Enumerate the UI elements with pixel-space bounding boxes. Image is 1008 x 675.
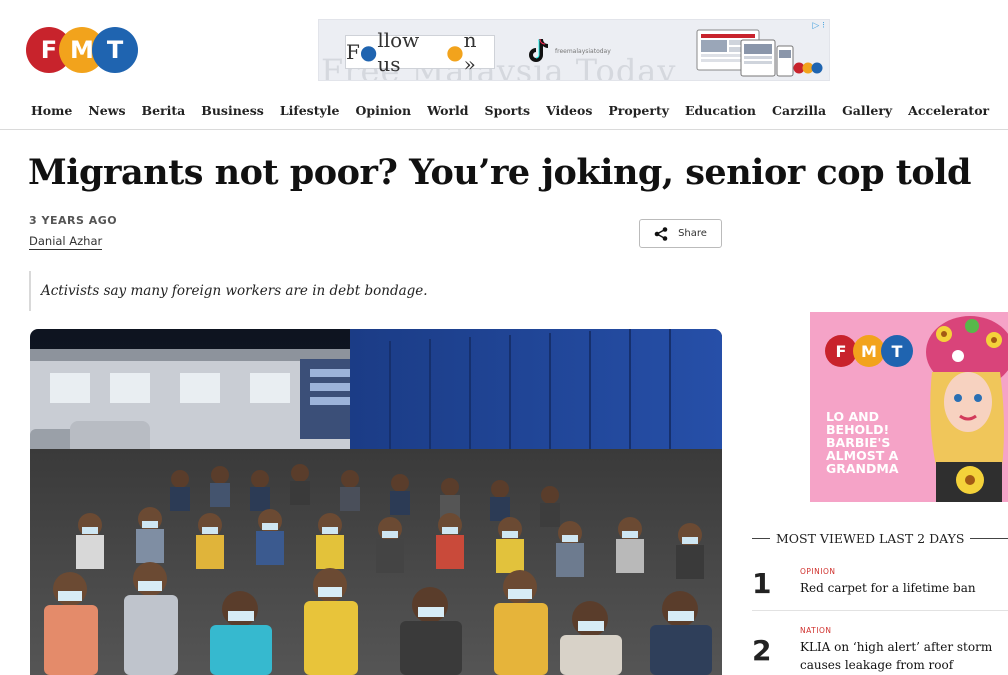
share-icon: [654, 226, 668, 241]
nav-item-world[interactable]: World: [427, 102, 468, 120]
most-viewed-title: MOST VIEWED LAST 2 DAYS: [776, 530, 965, 546]
header-rule-right: [970, 537, 1008, 539]
devices-icon: [696, 29, 794, 77]
nav-item-accelerator[interactable]: Accelerator: [908, 102, 989, 120]
svg-text:F: F: [836, 342, 847, 361]
nav-item-property[interactable]: Property: [608, 102, 669, 120]
nav-item-gallery[interactable]: Gallery: [842, 102, 892, 120]
ad-follow-o-yellow: ●: [446, 40, 464, 64]
doll-illustration-icon: [926, 316, 1008, 502]
most-viewed-category[interactable]: OPINION: [800, 567, 835, 576]
ad-follow-o-blue: ●: [359, 40, 378, 64]
most-viewed-item[interactable]: 1 OPINION Red carpet for a lifetime ban: [752, 567, 1008, 607]
nav-item-education[interactable]: Education: [685, 102, 756, 120]
article-hero-image[interactable]: [30, 329, 722, 675]
ad-follow-middle: llow us: [377, 28, 420, 76]
nav-item-sports[interactable]: Sports: [485, 102, 531, 120]
share-button[interactable]: Share: [639, 219, 722, 248]
most-viewed-rank: 2: [752, 634, 772, 667]
most-viewed-header: MOST VIEWED LAST 2 DAYS: [752, 529, 1008, 547]
most-viewed-category[interactable]: NATION: [800, 626, 831, 635]
side-ad-fmt-logo-icon: F M T: [825, 335, 913, 367]
logo-letter-t: T: [92, 27, 138, 73]
ad-follow-suffix: n »: [463, 28, 477, 76]
most-viewed-title-link[interactable]: KLIA on ‘high alert’ after storm causes …: [800, 638, 1008, 674]
small-fmt-logo-icon: [793, 62, 823, 74]
main-nav: Home News Berita Business Lifestyle Opin…: [0, 102, 1008, 130]
ad-handle: freemalaysiatoday: [555, 48, 611, 55]
header-rule-left: [752, 537, 770, 539]
nav-item-lifestyle[interactable]: Lifestyle: [280, 102, 340, 120]
adchoices-icon[interactable]: ▷ ⁝: [812, 21, 825, 31]
article-time: 3 YEARS AGO: [29, 214, 118, 227]
crowd-photo-illustration: [30, 329, 722, 675]
banner-ad[interactable]: Free Malaysia Today F ● llow us ● n » freem…: [318, 19, 830, 81]
nav-item-opinion[interactable]: Opinion: [355, 102, 411, 120]
most-viewed-item[interactable]: 2 NATION KLIA on ‘high alert’ after stor…: [752, 626, 1008, 675]
nav-item-home[interactable]: Home: [31, 102, 72, 120]
nav-item-carzilla[interactable]: Carzilla: [772, 102, 826, 120]
ad-follow-prefix: F: [346, 40, 360, 64]
article-standfirst: Activists say many foreign workers are i…: [29, 271, 719, 311]
side-ad[interactable]: F M T LO AND BEHOLD! BARBIE'S ALMOST A G…: [810, 312, 1008, 502]
most-viewed-title-link[interactable]: Red carpet for a lifetime ban: [800, 579, 1008, 597]
most-viewed-rank: 1: [752, 567, 772, 600]
article-headline: Migrants not poor? You’re joking, senior…: [28, 152, 972, 193]
tiktok-icon: [529, 38, 548, 62]
svg-text:T: T: [892, 342, 903, 361]
author-link[interactable]: Danial Azhar: [29, 234, 103, 250]
nav-item-videos[interactable]: Videos: [546, 102, 592, 120]
nav-item-business[interactable]: Business: [201, 102, 264, 120]
nav-item-news[interactable]: News: [88, 102, 125, 120]
most-viewed-divider: [752, 610, 1008, 611]
svg-text:M: M: [861, 342, 877, 361]
fmt-logo[interactable]: F M T: [26, 27, 138, 73]
share-label: Share: [678, 228, 707, 239]
ad-follow-box: F ● llow us ● n »: [345, 28, 495, 76]
nav-item-berita[interactable]: Berita: [142, 102, 186, 120]
